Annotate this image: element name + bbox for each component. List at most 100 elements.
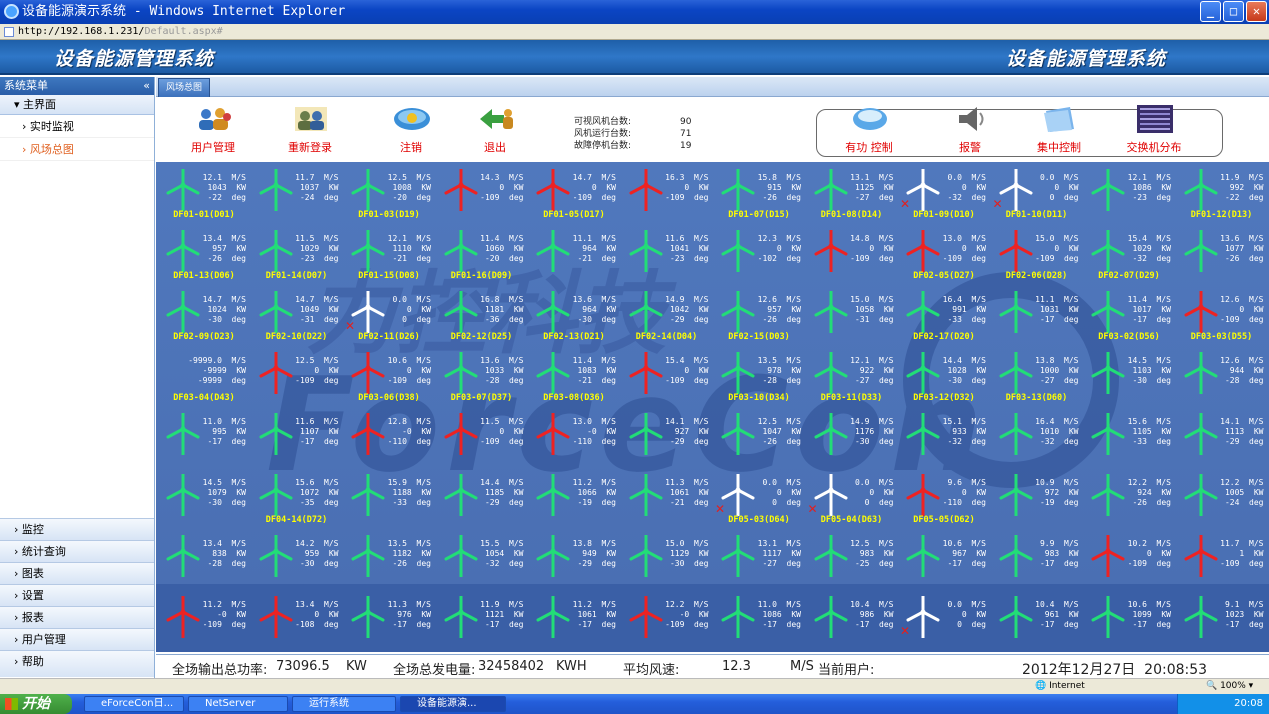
turbine-cell[interactable]: 10.9 M/S 972 KW -19 deg [991,471,1083,531]
turbine-cell[interactable]: 14.2 M/S 959 KW -30 deg [251,532,343,592]
turbine-cell[interactable]: 11.1 M/S 964 KW -21 deg [528,227,620,287]
turbine-cell[interactable]: 13.8 M/S 1000 KW -27 deg DF03-13(D60) [991,349,1083,409]
turbine-cell[interactable]: 13.1 M/S 1125 KW -27 deg DF01-08(D14) [806,166,898,226]
turbine-cell[interactable]: 11.3 M/S 1061 KW -21 deg [621,471,713,531]
turbine-cell[interactable]: 10.6 M/S 1099 KW -17 deg [1083,593,1175,652]
turbine-cell[interactable]: 13.5 M/S 1182 KW -26 deg [343,532,435,592]
turbine-cell[interactable]: 12.5 M/S 0 KW -109 deg [251,349,343,409]
turbine-cell[interactable]: 15.4 M/S 1029 KW -32 deg DF02-07(D29) [1083,227,1175,287]
turbine-cell[interactable]: 12.5 M/S 983 KW -25 deg [806,532,898,592]
relogin-button[interactable]: 重新登录 [275,97,345,159]
turbine-cell[interactable]: 14.8 M/S 0 KW -109 deg [806,227,898,287]
user-management-button[interactable]: 用户管理 [178,97,248,159]
turbine-cell[interactable]: 14.7 M/S 1024 KW -30 deg DF02-09(D23) [158,288,250,348]
turbine-cell[interactable]: 16.8 M/S 1181 KW -36 deg DF02-12(D25) [436,288,528,348]
turbine-cell[interactable]: 14.1 M/S 1113 KW -29 deg [1176,410,1268,470]
sidebar-item-users[interactable]: › 用户管理 [0,628,154,650]
turbine-cell[interactable]: 11.2 M/S -0 KW -109 deg [158,593,250,652]
turbine-cell[interactable]: 11.1 M/S 1031 KW -17 deg [991,288,1083,348]
turbine-cell[interactable]: 10.2 M/S 0 KW -109 deg [1083,532,1175,592]
turbine-cell[interactable]: 14.5 M/S 1103 KW -30 deg [1083,349,1175,409]
turbine-cell[interactable]: 14.5 M/S 1079 KW -30 deg [158,471,250,531]
turbine-cell[interactable]: 12.3 M/S 0 KW -102 deg [713,227,805,287]
turbine-cell[interactable]: 11.6 M/S 1041 KW -23 deg [621,227,713,287]
turbine-cell[interactable]: 12.2 M/S 924 KW -26 deg [1083,471,1175,531]
turbine-cell[interactable]: 15.6 M/S 1105 KW -33 deg [1083,410,1175,470]
turbine-cell[interactable]: 13.6 M/S 1033 KW -28 deg DF03-07(D37) [436,349,528,409]
turbine-cell[interactable]: -9999.0 M/S -9999 KW -9999 deg DF03-04(D43) [158,349,250,409]
turbine-cell[interactable]: 9.9 M/S 983 KW -17 deg [991,532,1083,592]
turbine-cell[interactable]: 14.1 M/S 927 KW -29 deg [621,410,713,470]
logout-button[interactable]: 注销 [376,97,446,159]
turbine-cell[interactable]: 11.5 M/S 1029 KW -23 deg DF01-14(D07) [251,227,343,287]
turbine-cell[interactable]: 12.6 M/S 957 KW -26 deg DF02-15(D03) [713,288,805,348]
close-icon[interactable]: ✕ [1246,1,1267,22]
turbine-cell[interactable]: 15.4 M/S 0 KW -109 deg [621,349,713,409]
sidebar-item-stats[interactable]: › 统计查询 [0,540,154,562]
turbine-cell[interactable]: 9.1 M/S 1023 KW -17 deg [1176,593,1268,652]
turbine-cell[interactable]: 11.9 M/S 992 KW -22 deg DF01-12(D13) [1176,166,1268,226]
turbine-cell[interactable]: 11.0 M/S 1086 KW -17 deg [713,593,805,652]
turbine-cell[interactable]: 14.7 M/S 0 KW -109 deg DF01-05(D17) [528,166,620,226]
turbine-cell[interactable]: ✕ 0.0 M/S 0 KW 0 deg DF02-11(D26) [343,288,435,348]
turbine-cell[interactable]: ✕ 0.0 M/S 0 KW 0 deg DF05-03(D64) [713,471,805,531]
turbine-cell[interactable]: 13.4 M/S 957 KW -26 deg DF01-13(D06) [158,227,250,287]
turbine-cell[interactable]: 15.5 M/S 1054 KW -32 deg [436,532,528,592]
turbine-cell[interactable]: 13.0 M/S -0 KW -110 deg [528,410,620,470]
turbine-cell[interactable]: 15.9 M/S 1188 KW -33 deg [343,471,435,531]
active-power-control-button[interactable]: 有功 控制 [834,97,904,159]
turbine-cell[interactable]: 13.4 M/S 0 KW -108 deg [251,593,343,652]
turbine-cell[interactable]: 12.8 M/S -0 KW -110 deg [343,410,435,470]
task-ie-active[interactable]: 设备能源演... [400,696,506,712]
turbine-cell[interactable]: 11.5 M/S 0 KW -109 deg [436,410,528,470]
turbine-cell[interactable]: ✕ 0.0 M/S 0 KW 0 deg DF01-10(D11) [991,166,1083,226]
turbine-cell[interactable]: 15.1 M/S 933 KW -32 deg [898,410,990,470]
turbine-cell[interactable]: 12.1 M/S 922 KW -27 deg DF03-11(D33) [806,349,898,409]
turbine-cell[interactable]: ✕ 0.0 M/S 0 KW 0 deg DF05-04(D63) [806,471,898,531]
turbine-cell[interactable]: 13.0 M/S 0 KW -109 deg DF02-05(D27) [898,227,990,287]
address-bar[interactable]: http://192.168.1.231/Default.aspx# [0,24,1269,40]
turbine-cell[interactable]: 14.4 M/S 1028 KW -30 deg DF03-12(D32) [898,349,990,409]
turbine-cell[interactable]: 13.8 M/S 949 KW -29 deg [528,532,620,592]
task-eforcecon[interactable]: eForceCon日... [84,696,184,712]
turbine-cell[interactable]: 11.2 M/S 1061 KW -17 deg [528,593,620,652]
turbine-cell[interactable]: 13.1 M/S 1117 KW -27 deg [713,532,805,592]
turbine-cell[interactable]: 11.7 M/S 1 KW -109 deg [1176,532,1268,592]
turbine-cell[interactable]: 14.4 M/S 1185 KW -29 deg [436,471,528,531]
sidebar-item-reports[interactable]: › 报表 [0,606,154,628]
turbine-cell[interactable]: 10.6 M/S 967 KW -17 deg [898,532,990,592]
turbine-cell[interactable]: 12.2 M/S -0 KW -109 deg [621,593,713,652]
sidebar-item-farm-overview[interactable]: › 风场总图 [0,138,154,161]
sidebar-item-settings[interactable]: › 设置 [0,584,154,606]
turbine-cell[interactable]: 16.4 M/S 1010 KW -32 deg [991,410,1083,470]
turbine-cell[interactable]: 12.5 M/S 1047 KW -26 deg [713,410,805,470]
switch-distribution-button[interactable]: 交换机分布 [1119,97,1189,159]
turbine-cell[interactable]: 12.6 M/S 0 KW -109 deg DF03-03(D55) [1176,288,1268,348]
turbine-cell[interactable]: 11.4 M/S 1083 KW -21 deg DF03-08(D36) [528,349,620,409]
turbine-cell[interactable]: 12.6 M/S 944 KW -28 deg [1176,349,1268,409]
turbine-cell[interactable]: 15.8 M/S 915 KW -26 deg DF01-07(D15) [713,166,805,226]
turbine-cell[interactable]: 10.4 M/S 961 KW -17 deg [991,593,1083,652]
sidebar-item-monitor[interactable]: › 监控 [0,518,154,540]
turbine-cell[interactable]: 15.0 M/S 0 KW -109 deg DF02-06(D28) [991,227,1083,287]
turbine-cell[interactable]: 13.6 M/S 1077 KW -26 deg [1176,227,1268,287]
turbine-cell[interactable]: 10.4 M/S 986 KW -17 deg [806,593,898,652]
sidebar-item-realtime[interactable]: › 实时监视 [0,115,154,138]
turbine-cell[interactable]: 11.3 M/S 976 KW -17 deg [343,593,435,652]
turbine-cell[interactable]: 14.9 M/S 1176 KW -30 deg [806,410,898,470]
turbine-cell[interactable]: 12.1 M/S 1043 KW -22 deg DF01-01(D01) [158,166,250,226]
turbine-cell[interactable]: 14.7 M/S 1049 KW -31 deg DF02-10(D22) [251,288,343,348]
turbine-cell[interactable]: 13.6 M/S 964 KW -30 deg DF02-13(D21) [528,288,620,348]
central-control-button[interactable]: 集中控制 [1024,97,1094,159]
turbine-cell[interactable]: 15.0 M/S 1129 KW -30 deg [621,532,713,592]
collapse-icon[interactable]: « [143,77,150,95]
turbine-cell[interactable]: 9.6 M/S 0 KW -110 deg DF05-05(D62) [898,471,990,531]
turbine-cell[interactable]: 13.5 M/S 978 KW -28 deg DF03-10(D34) [713,349,805,409]
sidebar-item-charts[interactable]: › 图表 [0,562,154,584]
turbine-cell[interactable]: 15.0 M/S 1058 KW -31 deg [806,288,898,348]
turbine-cell[interactable]: 11.4 M/S 1017 KW -17 deg DF03-02(D56) [1083,288,1175,348]
turbine-cell[interactable]: 12.1 M/S 1110 KW -21 deg DF01-15(D08) [343,227,435,287]
turbine-cell[interactable]: 11.0 M/S 995 KW -17 deg [158,410,250,470]
turbine-cell[interactable]: 13.4 M/S 838 KW -28 deg [158,532,250,592]
turbine-cell[interactable]: 12.1 M/S 1086 KW -23 deg [1083,166,1175,226]
